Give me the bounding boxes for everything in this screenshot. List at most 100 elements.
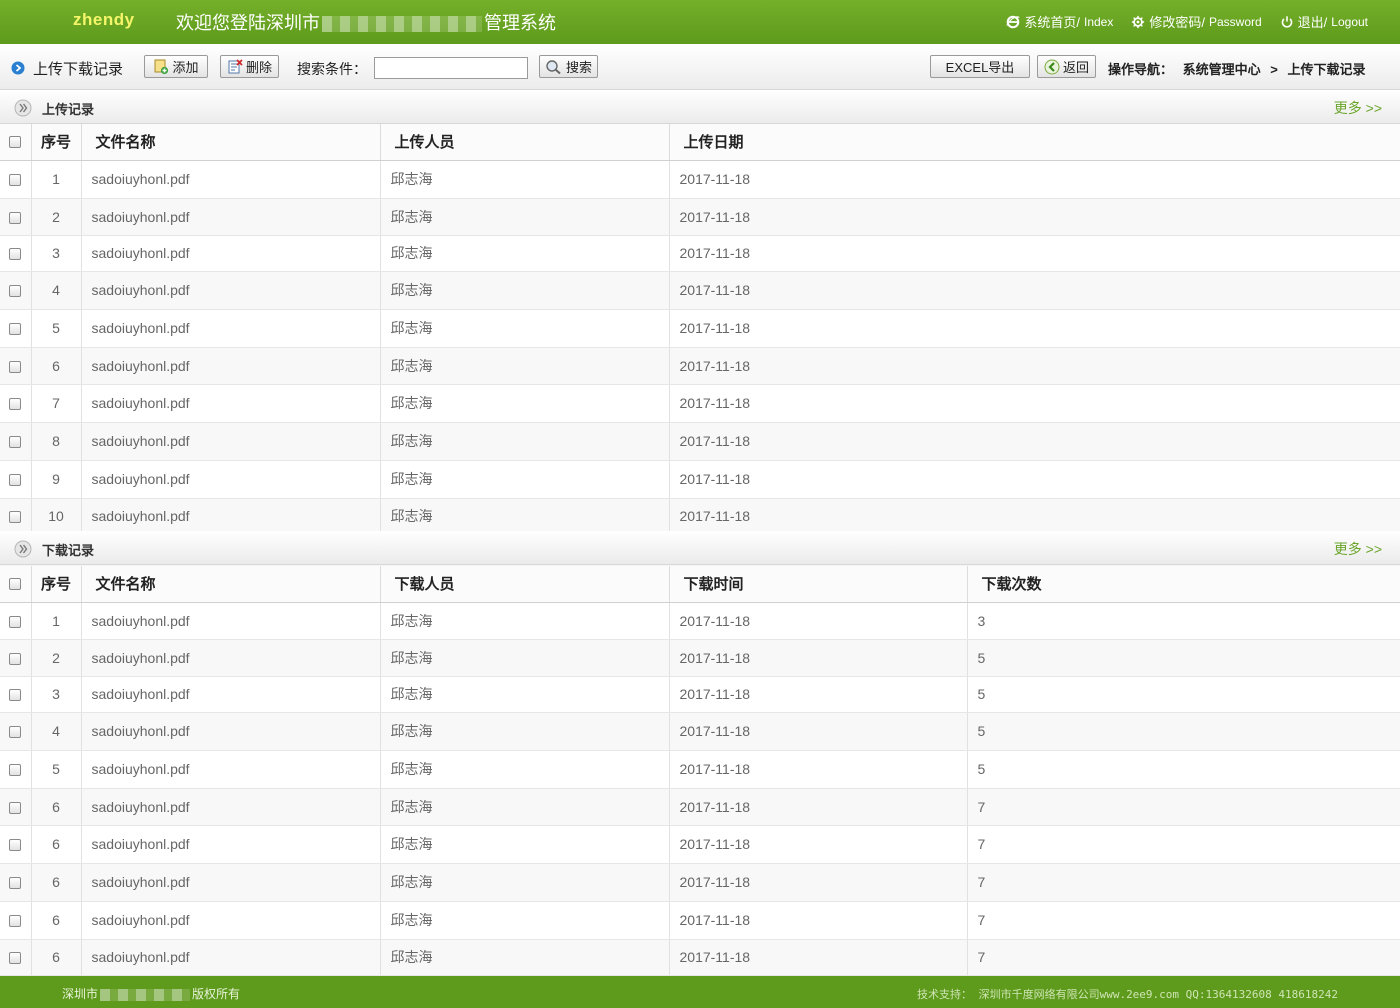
cell-no: 5: [31, 309, 82, 348]
copyright-suffix: 版权所有: [192, 987, 241, 1001]
excel-export-label: EXCEL导出: [945, 60, 1015, 75]
cell-filename: sadoiuyhonl.pdf: [81, 309, 381, 348]
select-all-checkbox[interactable]: [9, 578, 22, 591]
row-checkbox-cell: [0, 271, 32, 310]
cell-downloader: 邱志海: [380, 750, 670, 789]
download-row[interactable]: 5 sadoiuyhonl.pdf 邱志海 2017-11-18 5: [0, 750, 1400, 789]
cell-uploader: 邱志海: [380, 235, 670, 272]
row-checkbox-cell: [0, 460, 32, 499]
row-checkbox[interactable]: [9, 915, 22, 928]
cell-download-time: 2017-11-18: [669, 901, 968, 940]
row-checkbox[interactable]: [9, 323, 22, 336]
cell-downloader: 邱志海: [380, 712, 670, 751]
select-all-checkbox[interactable]: [9, 136, 22, 149]
download-row[interactable]: 6 sadoiuyhonl.pdf 邱志海 2017-11-18 7: [0, 939, 1400, 976]
row-checkbox[interactable]: [9, 801, 22, 814]
index-link[interactable]: 系统首页/Index: [1006, 12, 1113, 31]
upload-row[interactable]: 5 sadoiuyhonl.pdf 邱志海 2017-11-18: [0, 309, 1400, 348]
row-checkbox[interactable]: [9, 360, 22, 373]
cell-download-count: 7: [967, 825, 1400, 864]
row-checkbox[interactable]: [9, 764, 22, 777]
cell-filename: sadoiuyhonl.pdf: [81, 639, 381, 677]
password-link-zh: 修改密码/: [1149, 15, 1205, 30]
download-more-link[interactable]: 更多 >>: [1334, 539, 1382, 559]
row-checkbox[interactable]: [9, 436, 22, 449]
index-link-en: Index: [1084, 14, 1114, 29]
row-checkbox-cell: [0, 309, 32, 348]
upload-more-link[interactable]: 更多 >>: [1334, 98, 1382, 118]
col-header-download-time: 下载时间: [669, 566, 968, 603]
col-header-filename: 文件名称: [81, 124, 381, 161]
row-checkbox[interactable]: [9, 689, 22, 702]
cell-download-count: 5: [967, 712, 1400, 751]
password-link[interactable]: 修改密码/Password: [1131, 12, 1262, 31]
download-row[interactable]: 6 sadoiuyhonl.pdf 邱志海 2017-11-18 7: [0, 863, 1400, 902]
search-input[interactable]: [374, 57, 528, 79]
upload-row[interactable]: 6 sadoiuyhonl.pdf 邱志海 2017-11-18: [0, 347, 1400, 385]
row-checkbox[interactable]: [9, 398, 22, 411]
download-row[interactable]: 6 sadoiuyhonl.pdf 邱志海 2017-11-18 7: [0, 825, 1400, 864]
download-table: 序号 文件名称 下载人员 下载时间 下载次数 1 sadoiuyhonl.pdf 邱…: [0, 566, 1400, 976]
upload-row[interactable]: 1 sadoiuyhonl.pdf 邱志海 2017-11-18: [0, 160, 1400, 199]
cell-filename: sadoiuyhonl.pdf: [81, 160, 381, 199]
power-icon: [1281, 15, 1292, 28]
cell-downloader: 邱志海: [380, 863, 670, 902]
download-row[interactable]: 4 sadoiuyhonl.pdf 邱志海 2017-11-18 5: [0, 712, 1400, 751]
upload-row[interactable]: 4 sadoiuyhonl.pdf 邱志海 2017-11-18: [0, 271, 1400, 310]
row-checkbox-cell: [0, 863, 32, 902]
welcome-prefix: 欢迎您登陆深圳市: [176, 13, 320, 33]
row-checkbox[interactable]: [9, 615, 22, 628]
download-row[interactable]: 2 sadoiuyhonl.pdf 邱志海 2017-11-18 5: [0, 639, 1400, 677]
upload-row[interactable]: 2 sadoiuyhonl.pdf 邱志海 2017-11-18: [0, 198, 1400, 236]
delete-button[interactable]: 删除: [220, 55, 279, 78]
row-checkbox[interactable]: [9, 839, 22, 852]
row-checkbox-cell: [0, 384, 32, 423]
download-row[interactable]: 3 sadoiuyhonl.pdf 邱志海 2017-11-18 5: [0, 676, 1400, 713]
cell-no: 6: [31, 901, 82, 940]
logout-link[interactable]: 退出/Logout: [1280, 12, 1368, 31]
cell-upload-date: 2017-11-18: [669, 198, 1400, 236]
upload-row[interactable]: 3 sadoiuyhonl.pdf 邱志海 2017-11-18: [0, 235, 1400, 272]
cell-upload-date: 2017-11-18: [669, 309, 1400, 348]
upload-row[interactable]: 7 sadoiuyhonl.pdf 邱志海 2017-11-18: [0, 384, 1400, 423]
welcome-text: 欢迎您登陆深圳市 管理系统: [176, 9, 556, 35]
cell-uploader: 邱志海: [380, 498, 670, 535]
row-checkbox[interactable]: [9, 652, 22, 665]
download-row[interactable]: 1 sadoiuyhonl.pdf 邱志海 2017-11-18 3: [0, 602, 1400, 640]
cell-no: 6: [31, 788, 82, 826]
row-checkbox-cell: [0, 676, 32, 713]
row-checkbox[interactable]: [9, 174, 22, 187]
cell-download-time: 2017-11-18: [669, 939, 968, 976]
tech-support: 技术支持： 深圳市千度网络有限公司www.2ee9.com QQ:1364132…: [916, 988, 1338, 1001]
row-checkbox[interactable]: [9, 474, 22, 487]
top-links: 系统首页/Index 修改密码/Password 退出/Logout: [1006, 12, 1368, 31]
search-button[interactable]: 搜索: [539, 55, 598, 78]
row-checkbox[interactable]: [9, 211, 22, 224]
cell-downloader: 邱志海: [380, 639, 670, 677]
row-checkbox[interactable]: [9, 877, 22, 890]
add-button[interactable]: 添加: [144, 55, 208, 78]
excel-export-button[interactable]: EXCEL导出: [930, 55, 1030, 78]
breadcrumb-item-admin[interactable]: 系统管理中心: [1183, 62, 1261, 77]
row-checkbox[interactable]: [9, 511, 22, 524]
row-checkbox[interactable]: [9, 248, 22, 261]
download-row[interactable]: 6 sadoiuyhonl.pdf 邱志海 2017-11-18 7: [0, 901, 1400, 940]
row-checkbox[interactable]: [9, 726, 22, 739]
cell-filename: sadoiuyhonl.pdf: [81, 825, 381, 864]
back-button-label: 返回: [1062, 60, 1089, 75]
cell-uploader: 邱志海: [380, 460, 670, 499]
back-button[interactable]: 返回: [1037, 55, 1096, 78]
cell-no: 1: [31, 160, 82, 199]
row-checkbox-cell: [0, 235, 32, 272]
cell-no: 10: [31, 498, 82, 535]
cell-downloader: 邱志海: [380, 602, 670, 640]
upload-row[interactable]: 10 sadoiuyhonl.pdf 邱志海 2017-11-18: [0, 498, 1400, 535]
upload-row[interactable]: 8 sadoiuyhonl.pdf 邱志海 2017-11-18: [0, 422, 1400, 461]
redacted-name: [100, 988, 191, 1001]
row-checkbox[interactable]: [9, 285, 22, 298]
col-header-no: 序号: [31, 566, 82, 603]
row-checkbox[interactable]: [9, 952, 22, 965]
download-row[interactable]: 6 sadoiuyhonl.pdf 邱志海 2017-11-18 7: [0, 788, 1400, 826]
col-header-downloader: 下载人员: [380, 566, 670, 603]
upload-row[interactable]: 9 sadoiuyhonl.pdf 邱志海 2017-11-18: [0, 460, 1400, 499]
